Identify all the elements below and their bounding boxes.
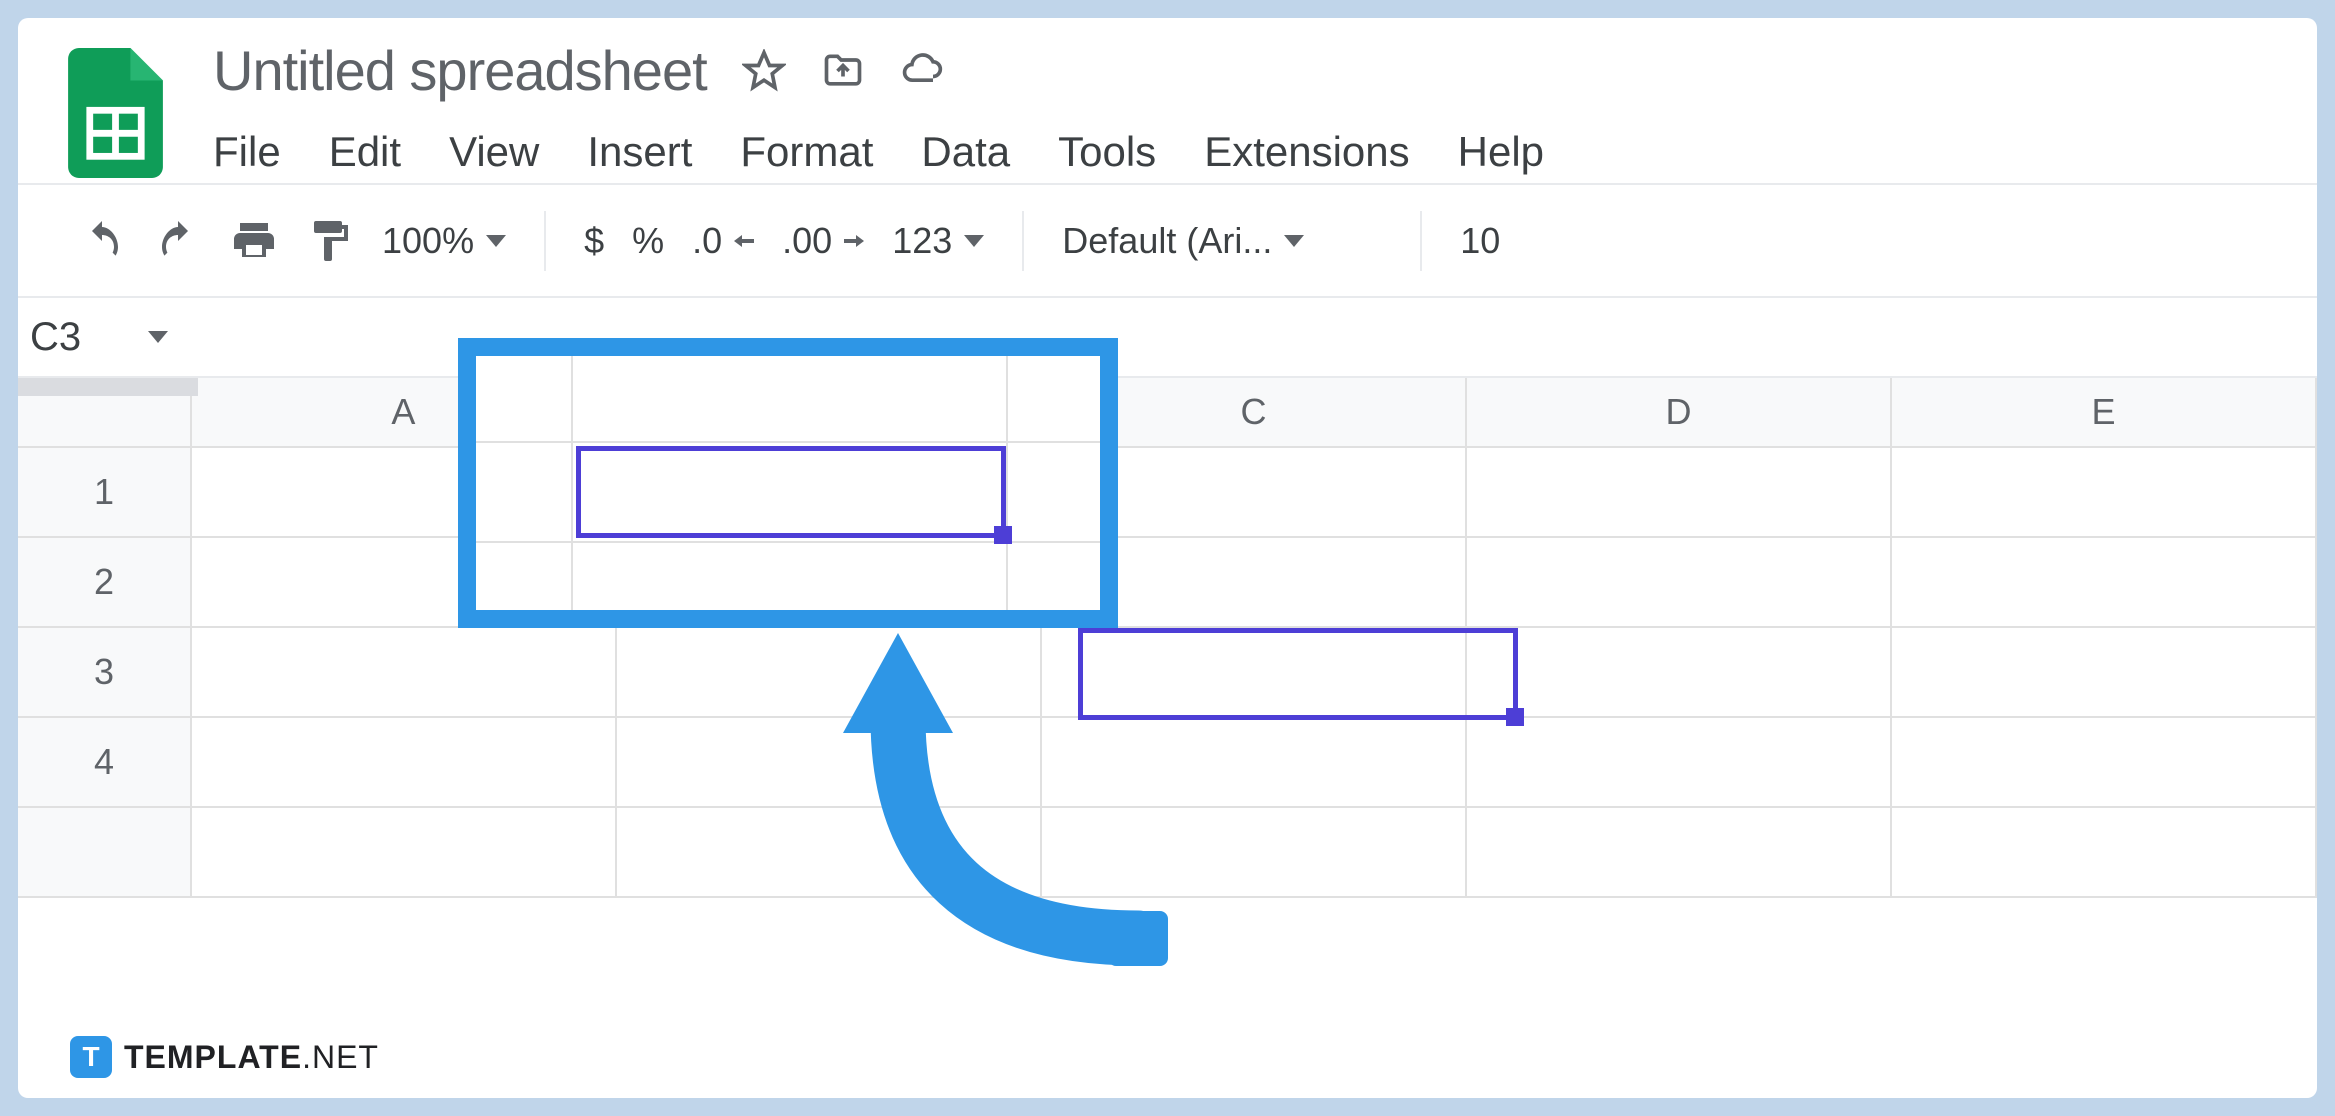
menu-help[interactable]: Help [1458,128,1544,176]
document-title[interactable]: Untitled spreadsheet [213,38,707,103]
chevron-down-icon [964,235,984,247]
watermark-text: TEMPLATE.NET [124,1039,379,1076]
menu-edit[interactable]: Edit [329,128,401,176]
toolbar-separator [544,211,546,271]
watermark-logo-icon: T [70,1036,112,1078]
chevron-down-icon [148,331,168,343]
cell-a3[interactable] [192,628,617,718]
star-icon[interactable] [742,49,786,93]
zoom-callout [458,338,1118,628]
menu-format[interactable]: Format [740,128,873,176]
decrease-decimal-button[interactable]: .0 [692,220,754,262]
chevron-down-icon [1284,235,1304,247]
watermark: T TEMPLATE.NET [70,1036,379,1078]
title-row: Untitled spreadsheet [213,38,2287,103]
row-header-5[interactable] [18,808,192,898]
zoom-value: 100% [382,220,474,262]
row-header-3[interactable]: 3 [18,628,192,718]
percent-button[interactable]: % [632,220,664,262]
increase-decimal-button[interactable]: .00 [782,220,864,262]
cell-e4[interactable] [1892,718,2317,808]
menu-data[interactable]: Data [921,128,1010,176]
number-format-dropdown[interactable]: 123 [892,220,984,262]
print-icon[interactable] [230,216,278,266]
cloud-status-icon[interactable] [900,49,944,93]
cell-e5[interactable] [1892,808,2317,898]
column-headers: A B C D E [18,378,2317,448]
row-header-1[interactable]: 1 [18,448,192,538]
menu-view[interactable]: View [449,128,539,176]
font-size-input[interactable]: 10 [1460,220,1500,262]
corner-shade [18,378,198,396]
zoom-dropdown[interactable]: 100% [382,220,506,262]
menu-extensions[interactable]: Extensions [1204,128,1409,176]
redo-icon[interactable] [154,216,202,266]
menubar: File Edit View Insert Format Data Tools … [213,128,2287,176]
row-header-2[interactable]: 2 [18,538,192,628]
name-box[interactable]: C3 [18,315,198,360]
chevron-down-icon [486,235,506,247]
app-window: Untitled spreadsheet File Edit View Inse… [18,18,2317,1098]
row-2: 2 [18,538,2317,628]
toolbar: 100% $ % .0 .00 123 Default (Ari... 10 [18,183,2317,298]
cell-e3[interactable] [1892,628,2317,718]
column-header-e[interactable]: E [1892,378,2317,448]
cell-e2[interactable] [1892,538,2317,628]
cell-d4[interactable] [1467,718,1892,808]
menu-file[interactable]: File [213,128,281,176]
zoom-selection [576,446,1006,538]
header: Untitled spreadsheet File Edit View Inse… [18,18,2317,183]
move-folder-icon[interactable] [821,49,865,93]
currency-button[interactable]: $ [584,220,604,262]
cell-d2[interactable] [1467,538,1892,628]
font-dropdown[interactable]: Default (Ari... [1062,220,1382,262]
header-content: Untitled spreadsheet File Edit View Inse… [213,38,2287,176]
column-header-d[interactable]: D [1467,378,1892,448]
toolbar-separator [1420,211,1422,271]
toolbar-separator [1022,211,1024,271]
cell-e1[interactable] [1892,448,2317,538]
sheets-logo-icon[interactable] [68,48,163,178]
cell-a4[interactable] [192,718,617,808]
undo-icon[interactable] [78,216,126,266]
cell-a5[interactable] [192,808,617,898]
name-box-value: C3 [30,315,81,360]
menu-insert[interactable]: Insert [587,128,692,176]
annotation-arrow-icon [798,618,1178,968]
row-header-4[interactable]: 4 [18,718,192,808]
cell-d3[interactable] [1467,628,1892,718]
paint-format-icon[interactable] [306,216,354,266]
cell-d5[interactable] [1467,808,1892,898]
zoom-selection-handle [994,526,1012,544]
menu-tools[interactable]: Tools [1058,128,1156,176]
cell-d1[interactable] [1467,448,1892,538]
formula-bar-row: C3 [18,298,2317,378]
row-1: 1 [18,448,2317,538]
